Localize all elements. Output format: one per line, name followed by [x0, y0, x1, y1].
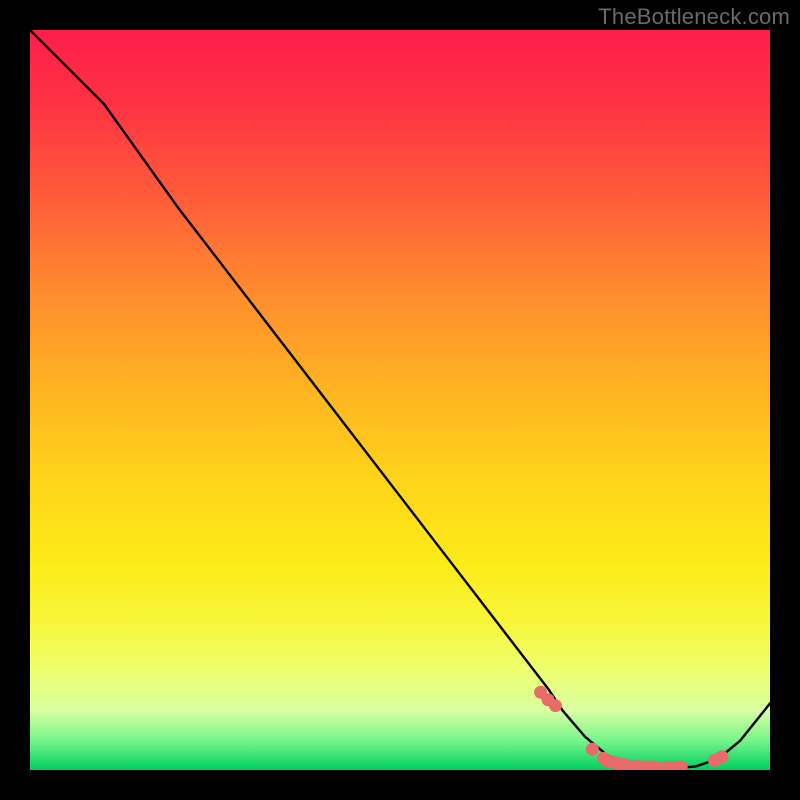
chart-overlay: [30, 30, 770, 770]
data-dots: [534, 686, 728, 770]
data-dot: [586, 743, 599, 756]
data-dot: [549, 699, 562, 712]
data-dot: [715, 750, 728, 763]
plot-area: [30, 30, 770, 770]
chart-frame: TheBottleneck.com: [0, 0, 800, 800]
bottleneck-curve: [30, 30, 770, 768]
watermark-text: TheBottleneck.com: [598, 4, 790, 30]
